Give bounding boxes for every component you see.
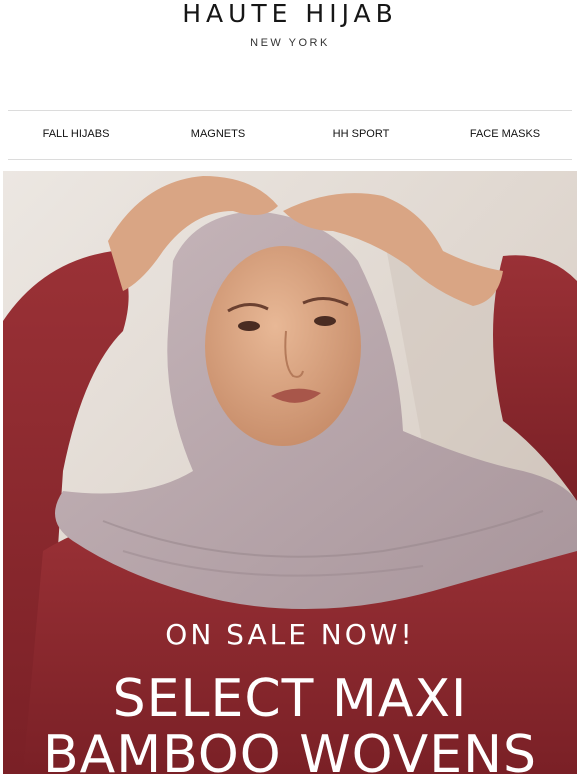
nav-item-face-masks[interactable]: FACE MASKS — [463, 111, 547, 159]
hero-eyebrow: ON SALE NOW! — [165, 618, 415, 651]
email-header: HAUTE HIJAB NEW YORK — [0, 0, 580, 110]
nav-item-hh-sport[interactable]: HH SPORT — [324, 111, 398, 159]
hero-title-line-1: SELECT MAXI — [112, 669, 468, 729]
category-nav: FALL HIJABS MAGNETS HH SPORT FACE MASKS — [8, 110, 572, 160]
nav-item-magnets[interactable]: MAGNETS — [181, 111, 255, 159]
hero-title-line-2: BAMBOO WOVENS — [42, 725, 538, 774]
nav-item-fall-hijabs[interactable]: FALL HIJABS — [36, 111, 116, 159]
brand-logo[interactable]: HAUTE HIJAB — [0, 0, 580, 28]
hero-banner[interactable]: ON SALE NOW! SELECT MAXI BAMBOO WOVENS — [3, 171, 577, 774]
brand-location: NEW YORK — [250, 37, 330, 49]
